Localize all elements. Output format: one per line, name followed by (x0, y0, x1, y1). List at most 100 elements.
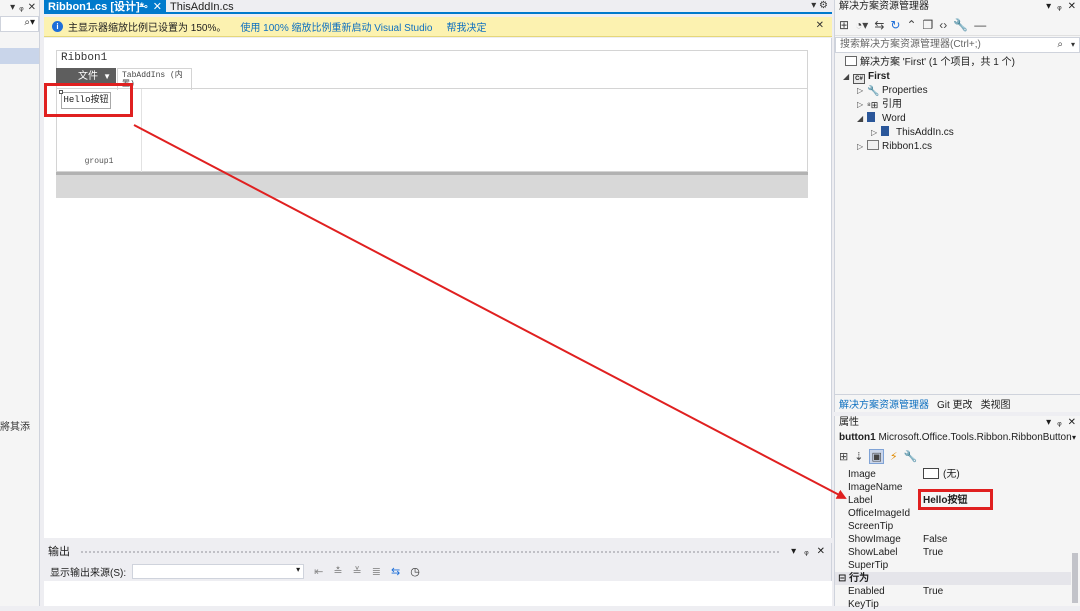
dropdown-icon[interactable]: ▾ (1046, 0, 1051, 14)
tab-thisaddin[interactable]: ThisAddIn.cs (166, 0, 246, 14)
ribbon-file-icon (867, 140, 879, 150)
property-row[interactable]: ShowImage False (835, 533, 1071, 546)
pin-icon[interactable]: ⊸ (139, 0, 148, 14)
property-row[interactable]: Enabled True (835, 585, 1071, 598)
wrench-icon[interactable]: 🔧 (953, 18, 968, 32)
clear-icon[interactable]: ≣ (372, 565, 381, 578)
find-icon[interactable]: ⇤ (314, 565, 323, 578)
references-icon: ⁸⊞ (867, 100, 879, 110)
toolbox-header-controls[interactable]: ▾ ᵩ ✕ (0, 0, 39, 14)
close-icon[interactable]: ✕ (817, 543, 825, 561)
properties-toolbar: ⊞ ⇣ ▣ ⚡ 🔧 (835, 446, 1080, 466)
toolbox-selected-item[interactable] (0, 48, 39, 64)
tree-item-label: Properties (882, 85, 928, 96)
close-icon[interactable]: ✕ (28, 2, 36, 13)
clock-icon[interactable]: ◷ (410, 565, 420, 578)
scroll-thumb[interactable] (1072, 553, 1078, 603)
alphabetical-icon[interactable]: ⇣ (854, 450, 863, 463)
grip (80, 550, 782, 554)
chevron-expanded-icon[interactable]: ◢ (843, 70, 853, 84)
property-row[interactable]: SuperTip (835, 559, 1071, 572)
preview-icon[interactable]: — (974, 18, 986, 32)
history-icon[interactable]: ◔▾ (855, 18, 868, 32)
categorized-icon[interactable]: ⊞ (839, 450, 848, 463)
tree-item-ribbon1[interactable]: ▷ Ribbon1.cs (857, 140, 932, 154)
switch-view-icon[interactable]: ⊞ (839, 18, 849, 32)
help-me-decide-link[interactable]: 帮我决定 (446, 19, 486, 34)
close-icon[interactable]: ✕ (1068, 0, 1076, 14)
code-icon[interactable]: ‹› (939, 18, 947, 32)
property-row[interactable]: Image (无) (835, 468, 1071, 481)
output-toolbar: 显示输出来源(S): ▾ ⇤ ≛ ≚ ≣ ⇆ ◷ (44, 561, 831, 581)
output-text-area[interactable] (44, 581, 832, 606)
chevron-collapsed-icon[interactable]: ▷ (857, 140, 867, 154)
tab-label: Ribbon1.cs [设计]* (48, 1, 144, 13)
property-row[interactable]: ShowLabel True (835, 546, 1071, 559)
collapse-icon[interactable]: ⊟ (838, 573, 846, 584)
annotation-highlight-label (918, 489, 993, 510)
close-icon[interactable]: ✕ (816, 20, 824, 31)
file-tab-label: 文件 (78, 71, 98, 82)
tree-item-project[interactable]: ◢ C# First (843, 70, 890, 84)
tree-item-word[interactable]: ◢ Word (857, 112, 906, 126)
copy-icon[interactable]: ❐ (923, 18, 934, 32)
pin-icon[interactable]: ᵩ (19, 2, 23, 13)
pin-icon[interactable]: ᵩ (1057, 416, 1061, 430)
output-source-select[interactable]: ▾ (132, 563, 305, 579)
property-row[interactable]: ScreenTip (835, 520, 1071, 533)
tree-item-label: Word (882, 113, 906, 124)
tab-ribbon1-designer[interactable]: Ribbon1.cs [设计]* ⊸ ✕ (44, 0, 166, 14)
properties-view-icon[interactable]: ▣ (869, 448, 884, 464)
tree-item-references[interactable]: ▷ ⁸⊞ 引用 (857, 98, 902, 112)
restart-100-link[interactable]: 使用 100% 缩放比例重新启动 Visual Studio (240, 19, 432, 34)
close-icon[interactable]: ✕ (1068, 416, 1076, 430)
object-selector[interactable]: button1 Microsoft.Office.Tools.Ribbon.Ri… (835, 430, 1080, 446)
tab-overflow-icon[interactable]: ▾ ⚙ (811, 0, 828, 11)
dropdown-icon[interactable]: ▾ (791, 543, 796, 561)
ribbon-designer-surface[interactable]: Ribbon1 文件 ▼ TabAddIns (内置) Hello按钮 grou… (44, 38, 832, 538)
property-row[interactable]: KeyTip (835, 598, 1071, 611)
tab-class-view[interactable]: 类视图 (981, 396, 1011, 411)
properties-panel: 属性 ▾ ᵩ ✕ button1 Microsoft.Office.Tools.… (834, 416, 1080, 610)
pin-icon[interactable]: ᵩ (1057, 0, 1061, 14)
next-icon[interactable]: ≚ (353, 565, 362, 578)
chevron-expanded-icon[interactable]: ◢ (857, 112, 867, 126)
tree-item-label: First (868, 71, 890, 82)
refresh-icon[interactable]: ↻ (890, 18, 900, 32)
collapse-icon[interactable]: ⌃ (906, 18, 916, 32)
info-icon: i (52, 21, 63, 32)
solution-search-input[interactable]: 搜索解决方案资源管理器(Ctrl+;) ⌕ ▾ (835, 37, 1080, 53)
tree-item-properties[interactable]: ▷ 🔧 Properties (857, 84, 928, 98)
object-type: Microsoft.Office.Tools.Ribbon.RibbonButt… (878, 432, 1072, 443)
search-placeholder: 搜索解决方案资源管理器(Ctrl+;) (840, 39, 981, 50)
output-title: 输出 (48, 546, 70, 558)
scaling-info-bar: i 主显示器缩放比例已设置为 150%。 使用 100% 缩放比例重新启动 Vi… (44, 17, 832, 37)
tab-solution-explorer[interactable]: 解决方案资源管理器 (839, 396, 929, 411)
chevron-collapsed-icon[interactable]: ▷ (857, 98, 867, 112)
chevron-down-icon[interactable]: ▾ (1071, 38, 1075, 52)
tree-item-solution[interactable]: 解决方案 'First' (1 个项目，共 1 个) (845, 56, 1015, 70)
prev-icon[interactable]: ≛ (333, 565, 342, 578)
close-icon[interactable]: ✕ (153, 0, 162, 14)
search-icon: ⌕▾ (24, 17, 35, 28)
object-name: button1 (839, 432, 876, 443)
events-icon[interactable]: ⚡ (890, 450, 898, 463)
properties-title: 属性 (839, 417, 859, 428)
sync-icon[interactable]: ⇆ (874, 18, 884, 32)
chevron-collapsed-icon[interactable]: ▷ (871, 126, 881, 140)
toolbox-search-input[interactable]: ⌕▾ (0, 16, 39, 32)
search-icon[interactable]: ⌕ (1057, 38, 1063, 52)
tab-git-changes[interactable]: Git 更改 (937, 396, 973, 411)
property-category[interactable]: ⊟ 行为 (835, 572, 1071, 585)
pin-icon[interactable]: ᵩ (804, 543, 808, 561)
chevron-collapsed-icon[interactable]: ▷ (857, 84, 867, 98)
solution-explorer-toolbar: ⊞ ◔▾ ⇆ ↻ ⌃ ❐ ‹› 🔧 — (835, 14, 1080, 36)
word-wrap-icon[interactable]: ⇆ (391, 565, 400, 578)
info-message: 主显示器缩放比例已设置为 150%。 (68, 23, 227, 34)
dropdown-icon[interactable]: ▾ (10, 2, 15, 13)
property-pages-icon[interactable]: 🔧 (904, 450, 918, 463)
properties-scrollbar[interactable] (1072, 468, 1078, 606)
dropdown-icon[interactable]: ▾ (1046, 416, 1051, 430)
tree-item-thisaddin[interactable]: ▷ ThisAddIn.cs (871, 126, 954, 140)
toolbox-truncated-text: 將其添 (0, 422, 30, 433)
